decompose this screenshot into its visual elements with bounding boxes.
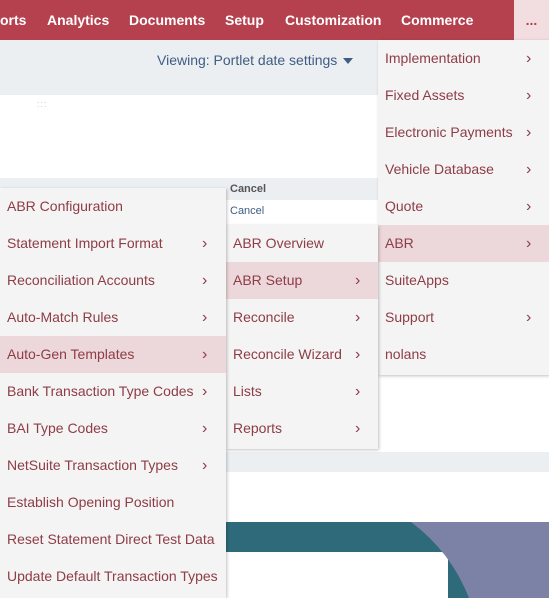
- caret-down-icon: [343, 58, 354, 65]
- menu-item-reconciliation-accounts[interactable]: Reconciliation Accounts ›: [0, 262, 226, 299]
- menu-item-label: Statement Import Format: [7, 235, 163, 251]
- chevron-right-icon: ›: [202, 420, 208, 437]
- menu-item-bank-transaction-type-codes[interactable]: Bank Transaction Type Codes ›: [0, 373, 226, 410]
- menu-item-label: Quote: [385, 198, 424, 214]
- menu-item-label: nolans: [385, 346, 427, 362]
- menu-item-abr-overview[interactable]: ABR Overview: [226, 225, 378, 262]
- menu-item-label: Fixed Assets: [385, 87, 465, 103]
- chevron-right-icon: ›: [526, 124, 532, 141]
- menu-item-establish-opening-position[interactable]: Establish Opening Position: [0, 484, 226, 521]
- menu-item-reports[interactable]: Reports ›: [226, 410, 378, 447]
- chevron-right-icon: ›: [202, 272, 208, 289]
- menu-item-reset-statement-direct-test-data[interactable]: Reset Statement Direct Test Data: [0, 521, 226, 558]
- menu-item-lists[interactable]: Lists ›: [226, 373, 378, 410]
- menu-item-label: Update Default Transaction Types: [7, 568, 218, 584]
- menu-item-label: ABR Overview: [233, 235, 325, 251]
- banner-shape: [411, 522, 549, 598]
- menu-item-label: Establish Opening Position: [7, 494, 175, 510]
- chevron-right-icon: ›: [355, 420, 361, 437]
- menu-item-label: ABR Setup: [233, 272, 303, 288]
- more-menu-button[interactable]: ...: [514, 0, 549, 40]
- drag-handle-icon[interactable]: :::: [37, 99, 48, 109]
- menu-item-label: Electronic Payments: [385, 124, 513, 140]
- nav-item-analytics[interactable]: Analytics: [47, 0, 109, 40]
- nav-item-setup[interactable]: Setup: [225, 0, 264, 40]
- chevron-right-icon: ›: [202, 457, 208, 474]
- nav-item-documents[interactable]: Documents: [129, 0, 205, 40]
- menu-item-label: BAI Type Codes: [7, 420, 108, 436]
- chevron-right-icon: ›: [355, 383, 361, 400]
- top-navigation: orts Analytics Documents Setup Customiza…: [0, 0, 549, 40]
- chevron-right-icon: ›: [202, 346, 208, 363]
- menu-item-abr[interactable]: ABR ›: [378, 225, 549, 262]
- menu-item-implementation[interactable]: Implementation ›: [378, 40, 549, 77]
- menu-item-label: SuiteApps: [385, 272, 449, 288]
- menu-item-quote[interactable]: Quote ›: [378, 188, 549, 225]
- menu-item-abr-setup[interactable]: ABR Setup ›: [226, 262, 378, 299]
- chevron-right-icon: ›: [202, 235, 208, 252]
- menu-item-vehicle-database[interactable]: Vehicle Database ›: [378, 151, 549, 188]
- chevron-right-icon: ›: [355, 309, 361, 326]
- chevron-right-icon: ›: [526, 198, 532, 215]
- chevron-right-icon: ›: [355, 346, 361, 363]
- menu-item-netsuite-transaction-types[interactable]: NetSuite Transaction Types ›: [0, 447, 226, 484]
- cancel-link[interactable]: Cancel: [230, 205, 264, 217]
- menu-item-label: Bank Transaction Type Codes: [7, 383, 194, 399]
- nav-item-commerce[interactable]: Commerce: [401, 0, 473, 40]
- menu-item-fixed-assets[interactable]: Fixed Assets ›: [378, 77, 549, 114]
- menu-item-label: Reports: [233, 420, 283, 436]
- menu-item-reconcile[interactable]: Reconcile ›: [226, 299, 378, 336]
- chevron-right-icon: ›: [526, 50, 532, 67]
- menu-item-label: Reconcile: [233, 309, 295, 325]
- menu-item-label: Support: [385, 309, 435, 325]
- viewing-selector[interactable]: Viewing: Portlet date settings: [157, 52, 354, 68]
- menu-item-label: Implementation: [385, 50, 481, 66]
- menu-item-auto-match-rules[interactable]: Auto-Match Rules ›: [0, 299, 226, 336]
- menu-item-auto-gen-templates[interactable]: Auto-Gen Templates ›: [0, 336, 226, 373]
- menu-item-label: ABR Configuration: [7, 198, 123, 214]
- menu-item-electronic-payments[interactable]: Electronic Payments ›: [378, 114, 549, 151]
- abr-setup-submenu: ABR Configuration Statement Import Forma…: [0, 188, 226, 598]
- menu-item-reconcile-wizard[interactable]: Reconcile Wizard ›: [226, 336, 378, 373]
- nav-item-customization[interactable]: Customization: [285, 0, 381, 40]
- menu-item-label: Lists: [233, 383, 262, 399]
- nav-item-reports[interactable]: orts: [0, 0, 26, 40]
- menu-item-label: Auto-Match Rules: [7, 309, 119, 325]
- menu-item-label: Reconciliation Accounts: [7, 272, 155, 288]
- chevron-right-icon: ›: [526, 235, 532, 252]
- menu-item-abr-configuration[interactable]: ABR Configuration: [0, 188, 226, 225]
- menu-item-label: Reset Statement Direct Test Data: [7, 531, 215, 547]
- menu-item-label: NetSuite Transaction Types: [7, 457, 178, 473]
- chevron-right-icon: ›: [526, 309, 532, 326]
- cancel-column-header: Cancel: [230, 183, 267, 195]
- abr-submenu: ABR Overview ABR Setup › Reconcile › Recon…: [226, 225, 378, 449]
- more-dropdown-menu: Implementation › Fixed Assets › Electronic…: [378, 40, 549, 375]
- menu-item-statement-import-format[interactable]: Statement Import Format ›: [0, 225, 226, 262]
- chevron-right-icon: ›: [202, 309, 208, 326]
- chevron-right-icon: ›: [355, 272, 361, 289]
- menu-item-label: ABR: [385, 235, 414, 251]
- menu-item-update-default-transaction-types[interactable]: Update Default Transaction Types: [0, 558, 226, 595]
- chevron-right-icon: ›: [526, 87, 532, 104]
- chevron-right-icon: ›: [526, 161, 532, 178]
- menu-item-support[interactable]: Support ›: [378, 299, 549, 336]
- menu-item-nolans[interactable]: nolans: [378, 336, 549, 373]
- menu-item-bai-type-codes[interactable]: BAI Type Codes ›: [0, 410, 226, 447]
- chevron-right-icon: ›: [202, 383, 208, 400]
- menu-item-suiteapps[interactable]: SuiteApps: [378, 262, 549, 299]
- menu-item-label: Vehicle Database: [385, 161, 494, 177]
- menu-item-label: Reconcile Wizard: [233, 346, 342, 362]
- menu-item-label: Auto-Gen Templates: [7, 346, 135, 362]
- viewing-label: Viewing: Portlet date settings: [157, 52, 338, 68]
